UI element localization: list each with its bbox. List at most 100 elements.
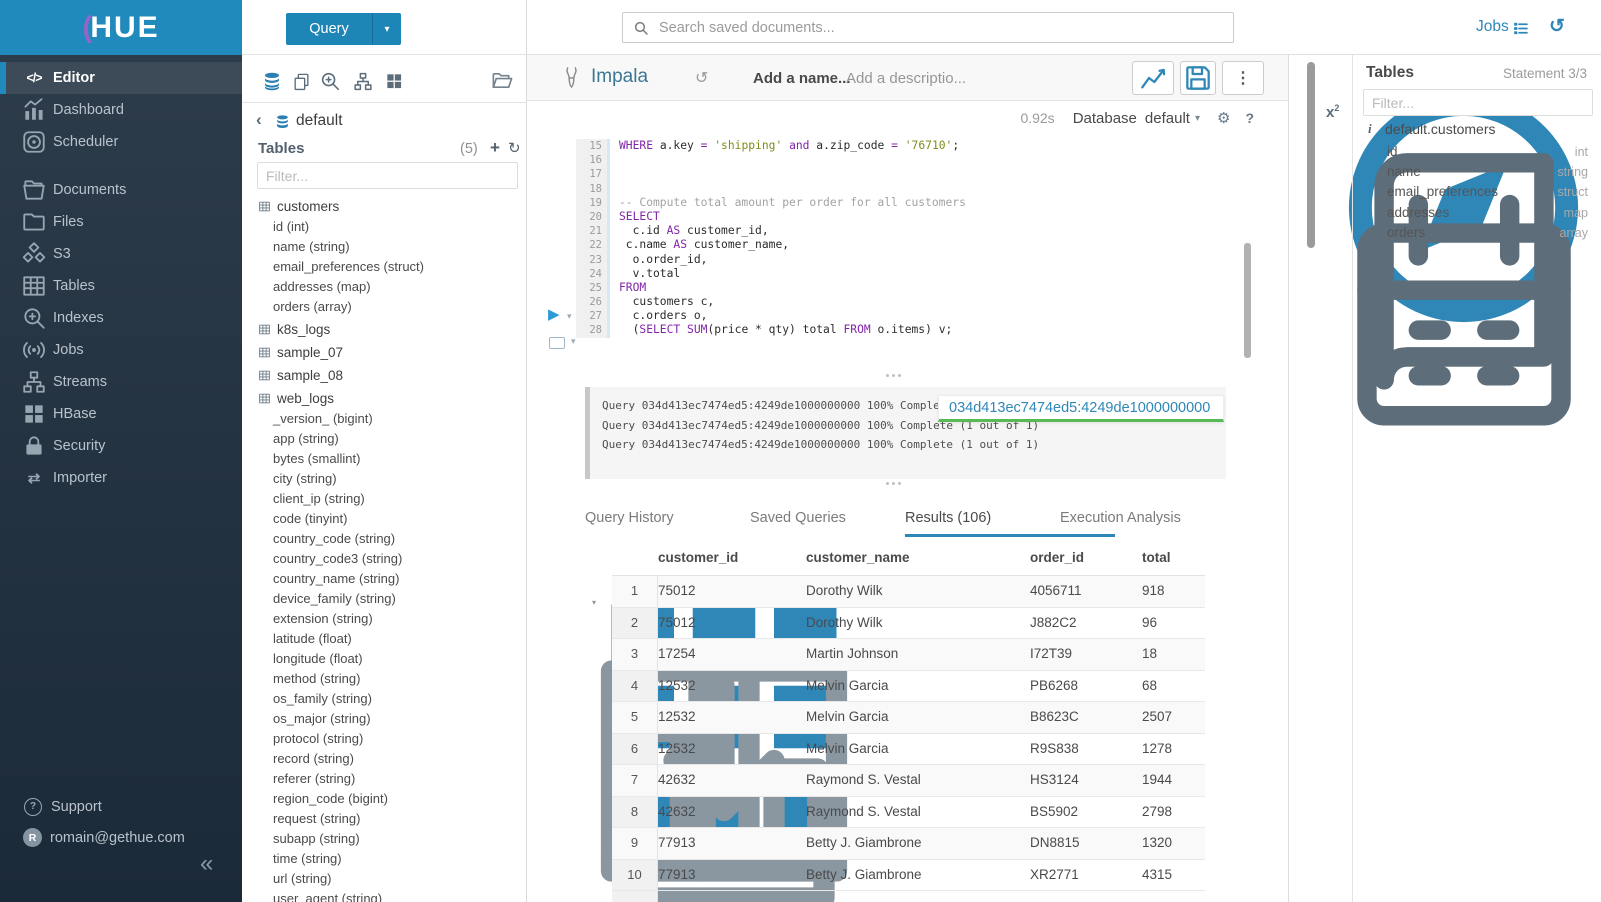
table-row[interactable]: 742632Raymond S. VestalHS31241944 [612, 765, 1205, 797]
tab-saved-queries[interactable]: Saved Queries [750, 510, 846, 526]
assist-column-item[interactable]: code (tinyint) [242, 509, 527, 529]
database-caret-icon[interactable]: ▾ [1195, 113, 1200, 124]
snippet-type-icon[interactable] [549, 337, 565, 349]
execute-options-caret-icon[interactable]: ▾ [567, 311, 572, 322]
tab-results-106[interactable]: Results (106) [905, 510, 991, 526]
assist-search-icon[interactable] [319, 70, 341, 92]
add-table-icon[interactable]: + [490, 138, 500, 158]
table-row[interactable]: 1077913Betty J. GiambroneXR27714315 [612, 860, 1205, 892]
sidebar-item-security[interactable]: Security [0, 430, 242, 462]
assist-filter-input[interactable] [257, 162, 518, 189]
right-panel-column-item[interactable]: email_preferencesstruct [1363, 182, 1588, 202]
sidebar-item-files[interactable]: Files [0, 206, 242, 238]
query-dropdown-caret-icon[interactable]: ▾ [373, 13, 401, 45]
assist-database-icon[interactable] [261, 71, 283, 92]
execute-play-icon[interactable]: ▶ [548, 307, 560, 322]
assist-column-item[interactable]: longitude (float) [242, 649, 527, 669]
table-row[interactable]: 977913Betty J. GiambroneDN88151320 [612, 828, 1205, 860]
refresh-tables-icon[interactable]: ↻ [508, 139, 521, 157]
right-panel-column-item[interactable]: ordersarray [1363, 223, 1588, 243]
assist-apps-icon[interactable] [384, 71, 404, 91]
query-description-field[interactable]: Add a descriptio... [846, 70, 966, 87]
assist-sitemap-icon[interactable] [352, 71, 374, 92]
sidebar-item-user[interactable]: R romain@gethue.com [0, 824, 242, 851]
breadcrumb-database[interactable]: default [296, 112, 343, 130]
assist-column-item[interactable]: record (string) [242, 749, 527, 769]
sql-editor[interactable]: 15WHERE a.key = 'shipping' and a.zip_cod… [576, 139, 1276, 338]
assist-column-item[interactable]: bytes (smallint) [242, 449, 527, 469]
assist-column-item[interactable]: time (string) [242, 849, 527, 869]
snippet-caret-icon[interactable]: ▾ [571, 336, 576, 347]
assist-column-item[interactable]: region_code (bigint) [242, 789, 527, 809]
functions-icon[interactable]: x2 [1326, 103, 1339, 121]
assist-column-item[interactable]: country_code3 (string) [242, 549, 527, 569]
query-name-field[interactable]: Add a name... [753, 70, 851, 87]
assist-column-item[interactable]: orders (array) [242, 297, 527, 317]
sidebar-item-indexes[interactable]: Indexes [0, 302, 242, 334]
code-line[interactable]: 24 v.total [576, 267, 1276, 281]
assist-column-item[interactable]: _version_ (bigint) [242, 409, 527, 429]
assist-column-item[interactable]: protocol (string) [242, 729, 527, 749]
table-row[interactable]: 842632Raymond S. VestalBS59022798 [612, 797, 1205, 829]
assist-column-item[interactable]: email_preferences (struct) [242, 257, 527, 277]
help-icon[interactable]: ? [1245, 110, 1254, 126]
tab-execution-analysis[interactable]: Execution Analysis [1060, 510, 1181, 526]
search-input[interactable] [657, 19, 1233, 37]
assist-column-item[interactable]: subapp (string) [242, 829, 527, 849]
query-button-label[interactable]: Query [286, 13, 373, 45]
assist-column-item[interactable]: id (int) [242, 217, 527, 237]
breadcrumb-back-icon[interactable]: ‹ [256, 110, 262, 130]
assist-column-item[interactable]: referer (string) [242, 769, 527, 789]
assist-column-item[interactable]: app (string) [242, 429, 527, 449]
assist-column-item[interactable]: os_family (string) [242, 689, 527, 709]
right-panel-column-item[interactable]: idint [1363, 142, 1588, 162]
code-line[interactable]: 20SELECT [576, 210, 1276, 224]
code-line[interactable]: 21 c.id AS customer_id, [576, 224, 1276, 238]
code-line[interactable]: 15WHERE a.key = 'shipping' and a.zip_cod… [576, 139, 1276, 153]
sidebar-item-hbase[interactable]: HBase [0, 398, 242, 430]
assist-column-item[interactable]: extension (string) [242, 609, 527, 629]
assist-column-item[interactable]: city (string) [242, 469, 527, 489]
jobs-link[interactable]: Jobs [1476, 18, 1509, 36]
code-line[interactable]: 18 [576, 182, 1276, 196]
info-icon[interactable]: i [1368, 121, 1372, 137]
active-table-name[interactable]: default.customers [1385, 121, 1496, 137]
assist-column-item[interactable]: country_name (string) [242, 569, 527, 589]
sidebar-item-tables[interactable]: Tables [0, 270, 242, 302]
main-scrollbar[interactable] [1307, 62, 1315, 248]
query-id-link[interactable]: 034d413ec7474ed5:4249de1000000000 [939, 400, 1210, 416]
database-select[interactable]: default [1145, 110, 1190, 127]
assist-column-item[interactable]: os_major (string) [242, 709, 527, 729]
assist-table-item[interactable]: customers [242, 196, 527, 217]
engine-label[interactable]: Impala [591, 66, 648, 88]
code-line[interactable]: 22 c.name AS customer_name, [576, 238, 1276, 252]
assist-table-item[interactable]: web_logs [242, 388, 527, 409]
right-panel-column-item[interactable]: addressesmap [1363, 203, 1588, 223]
resize-handle[interactable] [886, 482, 901, 485]
global-search[interactable] [622, 12, 1234, 43]
jobs-tasks-icon[interactable] [1512, 20, 1529, 37]
sidebar-item-support[interactable]: ? Support [0, 793, 242, 820]
assist-table-item[interactable]: sample_08 [242, 365, 527, 386]
code-line[interactable]: 17 [576, 167, 1276, 181]
code-line[interactable]: 27 c.orders o, [576, 309, 1276, 323]
hue-logo[interactable]: HUE [0, 0, 242, 55]
column-header[interactable]: customer_id [658, 540, 806, 575]
query-history-icon[interactable]: ↺ [1549, 15, 1565, 38]
sidebar-item-dashboard[interactable]: Dashboard [0, 94, 242, 126]
right-panel-filter-input[interactable] [1363, 89, 1593, 116]
settings-gear-icon[interactable]: ⚙ [1217, 109, 1230, 127]
editor-scrollbar[interactable] [1244, 243, 1251, 358]
new-query-button[interactable]: Query ▾ [286, 13, 401, 45]
column-header[interactable]: customer_name [806, 540, 1030, 575]
chart-button[interactable] [1132, 61, 1174, 95]
assist-column-item[interactable]: country_code (string) [242, 529, 527, 549]
code-line[interactable]: 23 o.order_id, [576, 253, 1276, 267]
table-row[interactable]: 317254Martin JohnsonI72T3918 [612, 639, 1205, 671]
assist-documents-icon[interactable] [292, 71, 311, 92]
assist-column-item[interactable]: client_ip (string) [242, 489, 527, 509]
assist-column-item[interactable]: method (string) [242, 669, 527, 689]
code-line[interactable]: 19-- Compute total amount per order for … [576, 196, 1276, 210]
sidebar-item-jobs[interactable]: Jobs [0, 334, 242, 366]
assist-table-item[interactable]: k8s_logs [242, 319, 527, 340]
